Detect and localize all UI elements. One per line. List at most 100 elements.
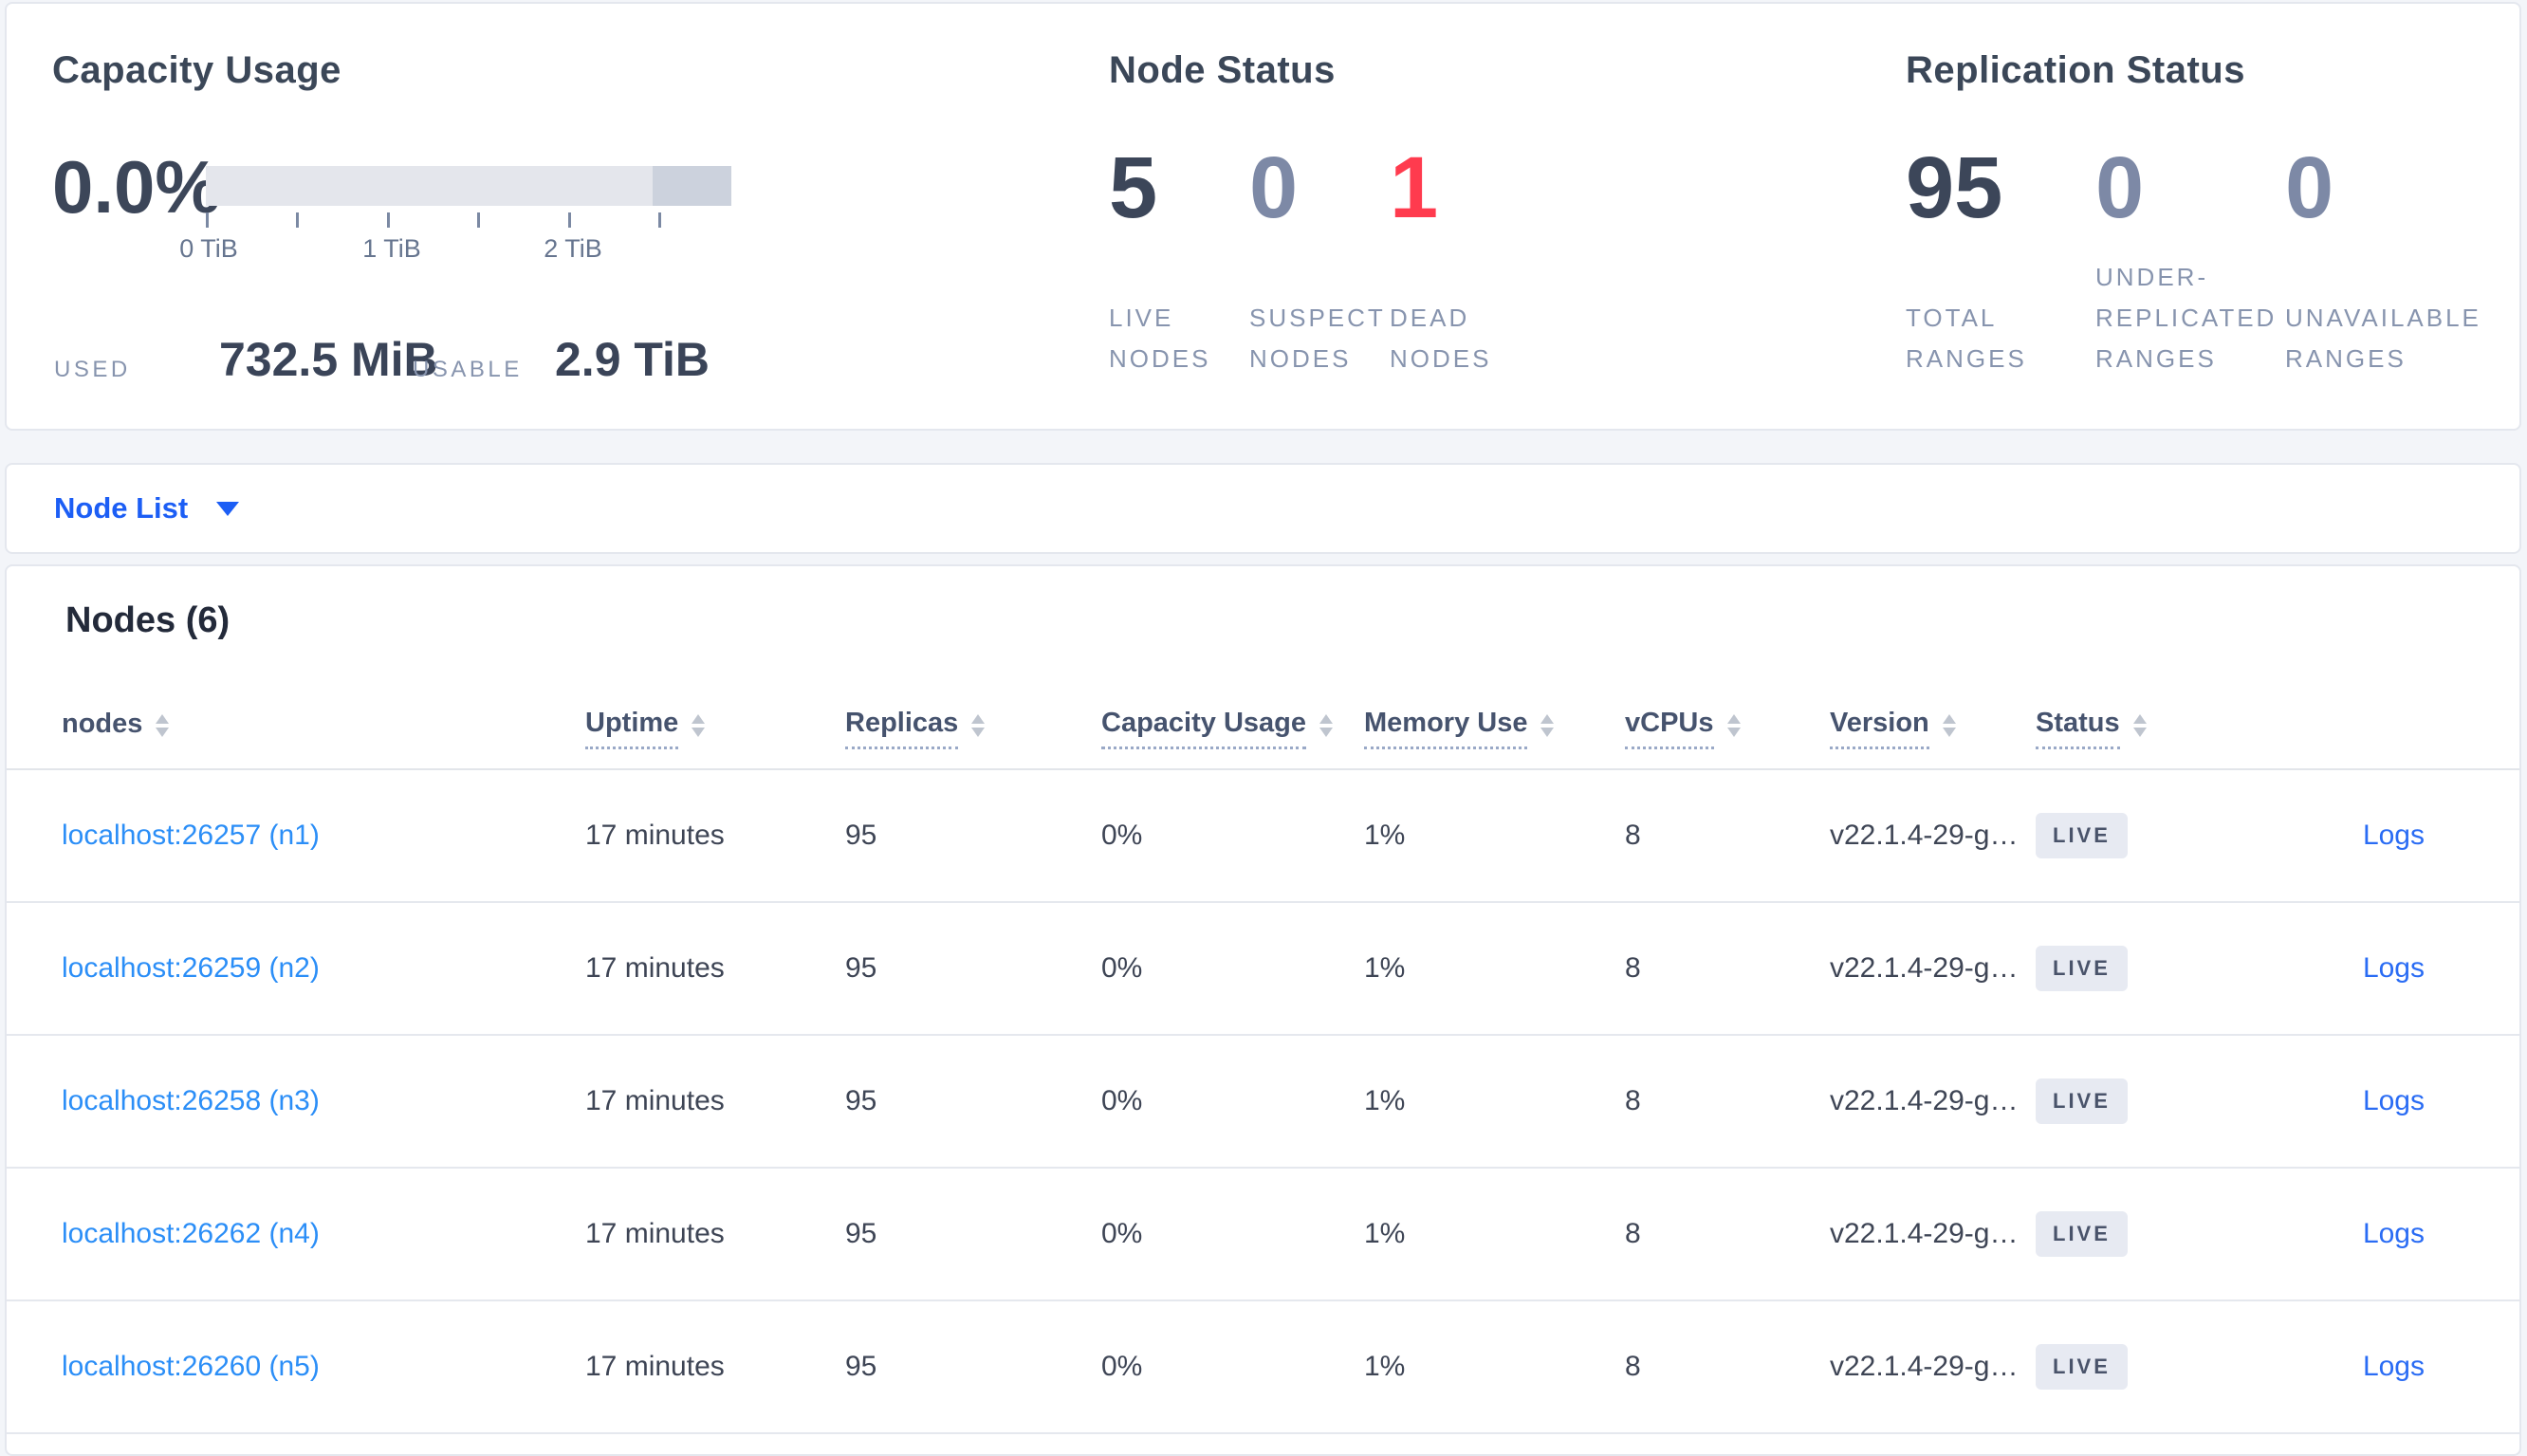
uptime-cell: 17 minutes (585, 820, 725, 851)
sort-icon (1942, 713, 1956, 737)
logs-link[interactable]: Logs (2363, 820, 2425, 851)
version-cell: v22.1.4-29-g… (1830, 1218, 2019, 1249)
suspect-nodes-count: 0 (1249, 139, 1299, 236)
column-header-vcpus[interactable]: vCPUs (1625, 708, 1830, 749)
status-badge: LIVE (2036, 1344, 2128, 1390)
table-row: localhost:26262 (n4) 17 minutes 95 0% 1%… (7, 1169, 2519, 1301)
replicas-cell: 95 (845, 1351, 877, 1382)
logs-link[interactable]: Logs (2363, 952, 2425, 984)
sort-icon (1319, 713, 1333, 737)
node-link[interactable]: localhost:26257 (n1) (62, 820, 320, 851)
uptime-cell: 17 minutes (585, 1218, 725, 1249)
node-status-title: Node Status (1109, 49, 1336, 91)
replicas-cell: 95 (845, 1085, 877, 1116)
capacity-cell: 0% (1101, 820, 1143, 851)
table-row: localhost:26259 (n2) 17 minutes 95 0% 1%… (7, 903, 2519, 1036)
node-list-dropdown[interactable]: Node List (54, 491, 240, 525)
gauge-tick-label-0: 0 TiB (179, 234, 238, 263)
capacity-gauge (206, 166, 731, 206)
live-nodes-label: LIVE NODES (1109, 304, 1211, 374)
capacity-usage-title: Capacity Usage (52, 49, 341, 91)
replicas-cell: 95 (845, 1218, 877, 1249)
sort-icon (971, 713, 986, 737)
logs-link[interactable]: Logs (2363, 1351, 2425, 1382)
gauge-tick-label-2: 2 TiB (544, 234, 602, 263)
version-cell: v22.1.4-29-g… (1830, 952, 2019, 984)
column-header-capacity-usage[interactable]: Capacity Usage (1101, 708, 1364, 749)
version-cell: v22.1.4-29-g… (1830, 1351, 2019, 1382)
column-header-nodes[interactable]: nodes (62, 709, 585, 747)
capacity-cell: 0% (1101, 1218, 1143, 1249)
capacity-cell: 0% (1101, 952, 1143, 984)
gauge-tick-label-1: 1 TiB (362, 234, 421, 263)
nodes-table: nodes Uptime Replicas Capacity Usage Mem… (7, 688, 2519, 1434)
memory-cell: 1% (1364, 1218, 1406, 1249)
usable-label: USABLE (413, 357, 523, 382)
vcpus-cell: 8 (1625, 1085, 1641, 1116)
unavailable-ranges-count: 0 (2285, 139, 2334, 236)
version-cell: v22.1.4-29-g… (1830, 1085, 2019, 1116)
total-ranges-label: TOTAL RANGES (1906, 304, 2027, 374)
dead-nodes-label: DEAD NODES (1390, 304, 1492, 374)
node-link[interactable]: localhost:26262 (n4) (62, 1218, 320, 1249)
version-cell: v22.1.4-29-g… (1830, 820, 2019, 851)
node-link[interactable]: localhost:26259 (n2) (62, 952, 320, 984)
sort-icon (1726, 713, 1741, 737)
sort-icon (1540, 713, 1555, 737)
sort-icon (692, 713, 706, 737)
unavailable-ranges-label: UNAVAILABLE RANGES (2285, 304, 2481, 374)
uptime-cell: 17 minutes (585, 1351, 725, 1382)
uptime-cell: 17 minutes (585, 952, 725, 984)
column-header-memory-use[interactable]: Memory Use (1364, 708, 1625, 749)
dead-nodes-count: 1 (1390, 139, 1439, 236)
replicas-cell: 95 (845, 952, 877, 984)
node-list-dropdown-label: Node List (54, 491, 189, 525)
table-header-row: nodes Uptime Replicas Capacity Usage Mem… (7, 688, 2519, 770)
capacity-gauge-reserved-segment (652, 166, 731, 206)
table-row: localhost:26258 (n3) 17 minutes 95 0% 1%… (7, 1036, 2519, 1169)
column-header-version[interactable]: Version (1830, 708, 2036, 749)
memory-cell: 1% (1364, 820, 1406, 851)
table-row: localhost:26260 (n5) 17 minutes 95 0% 1%… (7, 1301, 2519, 1434)
used-value: 732.5 MiB (219, 333, 438, 386)
logs-link[interactable]: Logs (2363, 1218, 2425, 1249)
view-selector-card: Node List (5, 463, 2521, 554)
nodes-table-card: Nodes (6) nodes Uptime Replicas Capacity… (5, 564, 2521, 1456)
total-ranges-count: 95 (1906, 139, 2003, 236)
sort-icon (2132, 713, 2147, 737)
memory-cell: 1% (1364, 952, 1406, 984)
column-header-status[interactable]: Status (2036, 708, 2320, 749)
usable-value: 2.9 TiB (555, 333, 710, 386)
node-link[interactable]: localhost:26258 (n3) (62, 1085, 320, 1116)
table-row: localhost:26257 (n1) 17 minutes 95 0% 1%… (7, 770, 2519, 903)
under-replicated-ranges-count: 0 (2095, 139, 2145, 236)
replicas-cell: 95 (845, 820, 877, 851)
vcpus-cell: 8 (1625, 820, 1641, 851)
live-nodes-count: 5 (1109, 139, 1158, 236)
vcpus-cell: 8 (1625, 1218, 1641, 1249)
status-badge: LIVE (2036, 1078, 2128, 1124)
cluster-summary-card: Capacity Usage Node Status Replication S… (5, 2, 2521, 431)
column-header-uptime[interactable]: Uptime (585, 708, 845, 749)
memory-cell: 1% (1364, 1351, 1406, 1382)
status-badge: LIVE (2036, 813, 2128, 858)
status-badge: LIVE (2036, 946, 2128, 991)
node-link[interactable]: localhost:26260 (n5) (62, 1351, 320, 1382)
suspect-nodes-label: SUSPECT NODES (1249, 304, 1386, 374)
replication-status-title: Replication Status (1906, 49, 2245, 91)
nodes-table-title: Nodes (6) (65, 600, 231, 640)
capacity-gauge-ticks (206, 212, 731, 228)
column-header-replicas[interactable]: Replicas (845, 708, 1101, 749)
memory-cell: 1% (1364, 1085, 1406, 1116)
capacity-percent-value: 0.0% (52, 145, 221, 229)
capacity-cell: 0% (1101, 1085, 1143, 1116)
vcpus-cell: 8 (1625, 1351, 1641, 1382)
uptime-cell: 17 minutes (585, 1085, 725, 1116)
used-label: USED (54, 357, 131, 382)
status-badge: LIVE (2036, 1211, 2128, 1257)
logs-link[interactable]: Logs (2363, 1085, 2425, 1116)
vcpus-cell: 8 (1625, 952, 1641, 984)
capacity-cell: 0% (1101, 1351, 1143, 1382)
under-replicated-ranges-label: UNDER- REPLICATED RANGES (2095, 263, 2278, 374)
chevron-down-icon (216, 501, 240, 516)
